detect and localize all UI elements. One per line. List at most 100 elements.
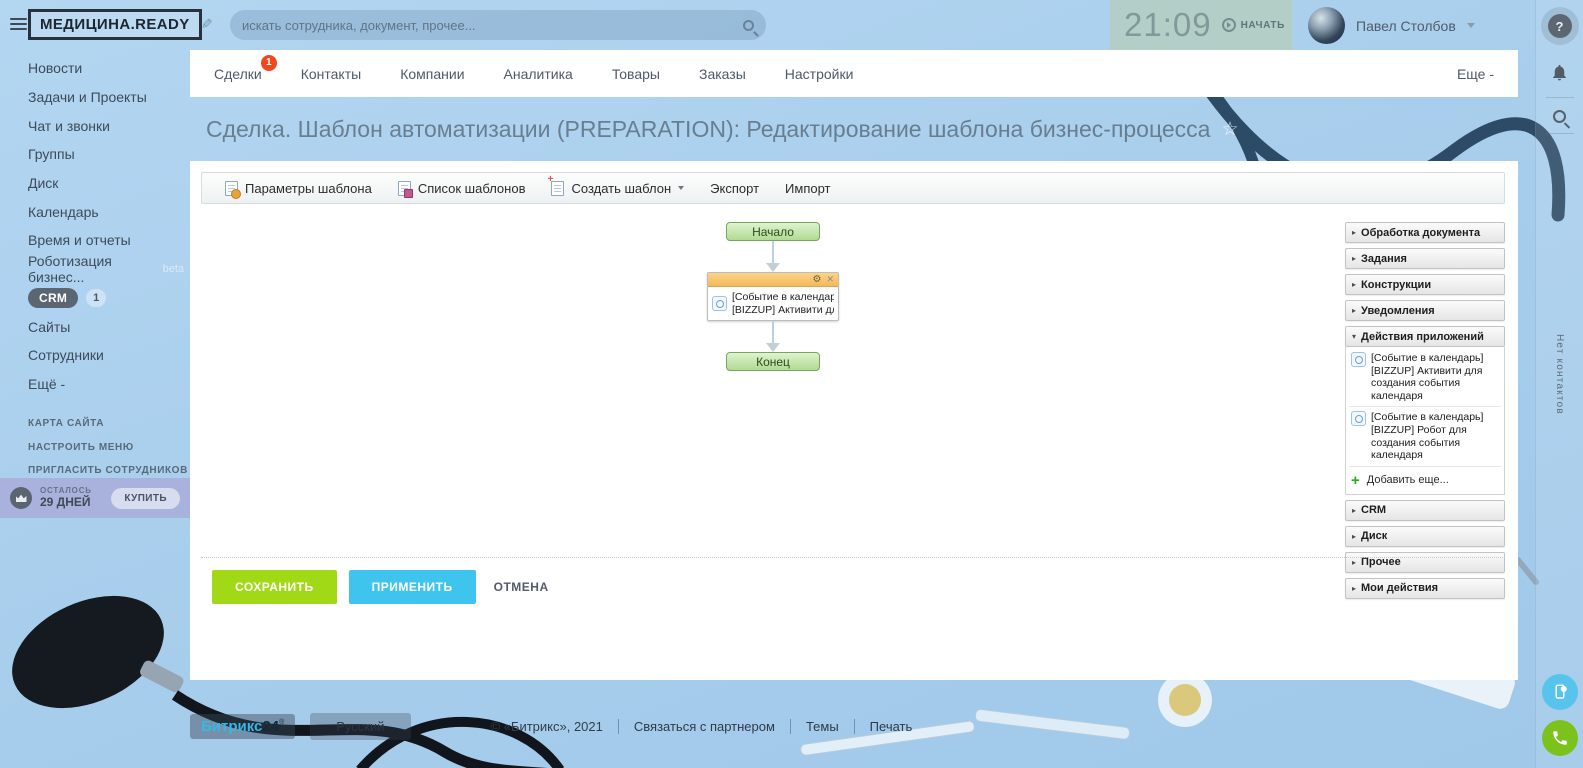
user-avatar[interactable] [1308,7,1345,44]
save-button[interactable]: СОХРАНИТЬ [212,570,337,604]
left-sidebar: Новости Задачи и Проекты Чат и звонки Гр… [0,50,190,768]
configure-menu-link[interactable]: НАСТРОИТЬ МЕНЮ [28,436,188,460]
actions-palette: ▸ Обработка документа ▸ Задания ▸ Констр… [1345,222,1505,604]
notifications-button[interactable] [1550,63,1569,87]
palette-add-more[interactable]: + Добавить еще... [1349,467,1501,492]
nav-more-button[interactable]: Еще - [1457,66,1494,82]
chevron-right-icon: ▸ [1352,280,1356,289]
tab-contacts[interactable]: Контакты [301,66,361,82]
sitemap-link[interactable]: КАРТА САЙТА [28,412,188,436]
footer-themes-link[interactable]: Темы [806,719,839,734]
sidebar-item-disk[interactable]: Диск [28,169,184,198]
palette-section-app-actions[interactable]: ▾ Действия приложений [1345,326,1505,347]
company-logo[interactable]: МЕДИЦИНА.READY [28,9,202,40]
sidebar-item-chat[interactable]: Чат и звонки [28,111,184,140]
sidebar-menu: Новости Задачи и Проекты Чат и звонки Гр… [28,54,184,398]
palette-section-constructions[interactable]: ▸ Конструкции [1345,274,1505,295]
crm-nav-bar: Сделки 1 Контакты Компании Аналитика Тов… [190,50,1518,97]
activity-header: ⚙ ✕ [708,273,838,287]
phone-icon [1551,729,1569,747]
search-icon[interactable] [743,20,754,31]
search-input[interactable] [242,18,743,33]
sidebar-item-sites[interactable]: Сайты [28,312,184,341]
activity-settings-icon[interactable]: ⚙ [812,275,821,285]
app-actions-list: [Событие в календарь] [BIZZUP] Активити … [1345,347,1505,495]
template-list-button[interactable]: Список шаблонов [385,173,539,203]
help-button[interactable]: ? [1541,7,1579,45]
top-header: МЕДИЦИНА.READY ✎ 21:09 НАЧАТЬ Павел Стол… [0,0,1535,50]
diagram-start-node[interactable]: Начало [726,222,820,241]
calendar-app-icon [1351,411,1366,426]
menu-toggle-icon[interactable] [10,18,27,33]
help-icon: ? [1548,14,1572,38]
template-list-icon [398,181,411,196]
license-banner: ОСТАЛОСЬ 29 ДНЕЙ КУПИТЬ [0,478,190,518]
mobile-app-button[interactable] [1542,674,1578,710]
diagram-activity-node[interactable]: ⚙ ✕ [Событие в календарь] [BIZZUP] Актив… [707,272,839,321]
chevron-down-icon [678,186,684,190]
tab-analytics[interactable]: Аналитика [504,66,573,82]
bp-editor-toolbar: Параметры шаблона Список шаблонов Создат… [201,172,1505,204]
palette-app-action-item[interactable]: [Событие в календарь] [BIZZUP] Робот для… [1349,407,1501,466]
import-button[interactable]: Импорт [772,173,843,203]
start-workday-button[interactable]: НАЧАТЬ [1222,18,1285,32]
sidebar-item-time[interactable]: Время и отчеты [28,226,184,255]
footer-print-link[interactable]: Печать [870,719,913,734]
right-rail: ? Нет контактов [1535,0,1583,768]
apply-button[interactable]: ПРИМЕНИТЬ [349,570,476,604]
chevron-right-icon: ▸ [1352,306,1356,315]
palette-section-tasks[interactable]: ▸ Задания [1345,248,1505,269]
template-params-icon [225,181,238,196]
footer-language-button[interactable]: Русский [310,713,410,740]
template-params-button[interactable]: Параметры шаблона [212,173,385,203]
tab-deals[interactable]: Сделки 1 [214,66,262,82]
tab-settings[interactable]: Настройки [785,66,854,82]
worktime-block: 21:09 НАЧАТЬ [1110,0,1292,50]
palette-section-my-actions[interactable]: ▸ Мои действия [1345,578,1505,599]
buy-button[interactable]: КУПИТЬ [111,488,180,509]
chevron-right-icon: ▸ [1352,558,1356,567]
tab-companies[interactable]: Компании [400,66,464,82]
palette-app-action-item[interactable]: [Событие в календарь] [BIZZUP] Активити … [1349,348,1501,407]
page-title: Сделка. Шаблон автоматизации (PREPARATIO… [206,116,1210,143]
cancel-button[interactable]: ОТМЕНА [494,580,549,594]
create-template-button[interactable]: Создать шаблон [538,173,697,203]
sidebar-item-calendar[interactable]: Календарь [28,197,184,226]
footer-partner-link[interactable]: Связаться с партнером [634,719,775,734]
diagram-end-node[interactable]: Конец [726,352,820,371]
sidebar-item-rpa[interactable]: Роботизация бизнес... beta [28,255,184,284]
sidebar-item-groups[interactable]: Группы [28,140,184,169]
telephony-button[interactable] [1542,720,1578,756]
sidebar-item-crm[interactable]: CRM 1 [28,284,184,313]
palette-section-other[interactable]: ▸ Прочее [1345,552,1505,573]
chevron-right-icon: ▸ [1352,254,1356,263]
palette-section-document-processing[interactable]: ▸ Обработка документа [1345,222,1505,243]
palette-section-disk[interactable]: ▸ Диск [1345,526,1505,547]
export-button[interactable]: Экспорт [697,173,772,203]
favorite-star-icon[interactable]: ☆ [1221,118,1238,141]
sidebar-item-more[interactable]: Ещё - [28,370,184,399]
workflow-diagram: Начало ⚙ ✕ [Событие в календарь] [BIZZUP… [707,222,839,371]
footer-copyright: © «Битрикс», 2021 [491,719,603,734]
sidebar-item-tasks[interactable]: Задачи и Проекты [28,83,184,112]
bitrix24-logo-button[interactable]: Битрикс 24 ® [190,714,295,739]
deals-badge: 1 [261,55,277,71]
palette-section-notifications[interactable]: ▸ Уведомления [1345,300,1505,321]
crm-counter-badge: 1 [86,289,106,307]
registered-mark: ® [279,719,284,726]
sidebar-item-employees[interactable]: Сотрудники [28,341,184,370]
palette-section-crm[interactable]: ▸ CRM [1345,500,1505,521]
plus-icon: + [1351,473,1360,488]
create-template-icon [551,181,564,196]
mobile-device-icon [1551,683,1569,701]
clock-time: 21:09 [1124,6,1212,44]
activity-close-icon[interactable]: ✕ [826,275,834,284]
rail-search-icon[interactable] [1553,110,1566,123]
user-menu[interactable]: Павел Столбов [1308,7,1475,44]
tab-products[interactable]: Товары [612,66,660,82]
diagram-connector[interactable] [765,321,781,352]
diagram-connector[interactable] [765,241,781,272]
edit-logo-pencil-icon[interactable]: ✎ [197,18,214,30]
sidebar-item-news[interactable]: Новости [28,54,184,83]
tab-orders[interactable]: Заказы [699,66,746,82]
